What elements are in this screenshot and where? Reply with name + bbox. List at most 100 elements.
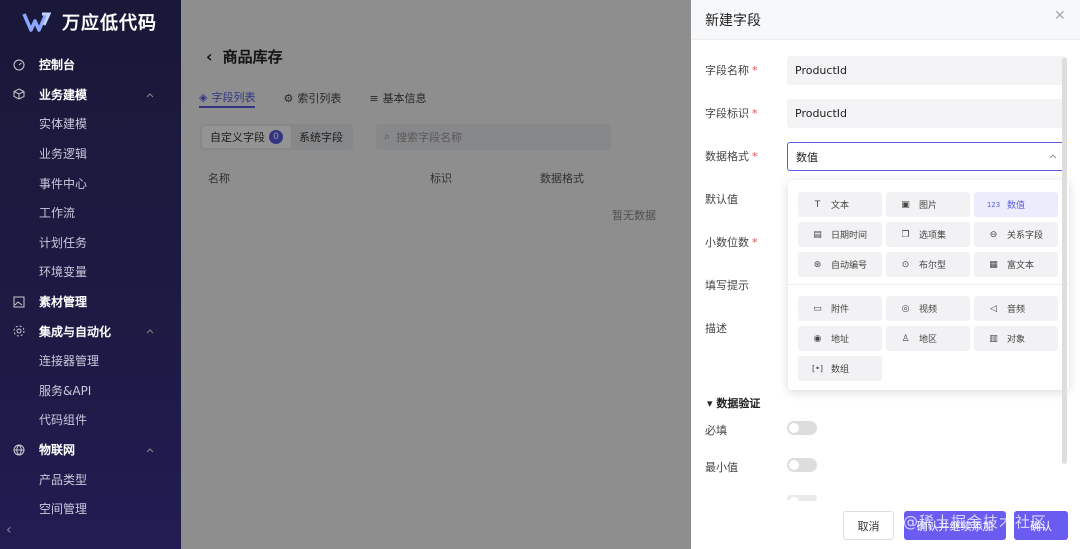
sidebar-item-env-vars[interactable]: 环境变量 xyxy=(0,257,181,287)
sidebar-item-code-components[interactable]: 代码组件 xyxy=(0,405,181,435)
image-icon: ▣ xyxy=(901,199,910,210)
min-value-toggle[interactable] xyxy=(787,458,817,472)
format-option-text[interactable]: T 文本 xyxy=(798,192,882,217)
format-option-attachment[interactable]: ▭ 附件 xyxy=(798,296,882,321)
format-options-advanced: ▭ 附件 ◎ 视频 ◁ 音频 ◉ 地址 ♙ 地区 ▥ 对象 [•] 数组 xyxy=(798,296,1058,381)
format-option-number[interactable]: 123 数值 xyxy=(974,192,1058,217)
format-option-image[interactable]: ▣ 图片 xyxy=(886,192,970,217)
format-option-object[interactable]: ▥ 对象 xyxy=(974,326,1058,351)
description-label: 描述 xyxy=(705,322,727,335)
validation-section-title[interactable]: ▾ 数据验证 xyxy=(707,395,760,411)
new-field-drawer: 新建字段 ✕ 字段名称 * ProductId 字段标识 * ProductId 数… xyxy=(691,0,1080,549)
sidebar-item-business-modeling[interactable]: 业务建模 xyxy=(0,80,181,110)
collapse-sidebar-icon[interactable]: ‹ xyxy=(6,522,20,538)
sidebar-item-label: 连接器管理 xyxy=(39,354,100,369)
option-label: 自动编号 xyxy=(831,261,868,271)
sidebar-item-services-api[interactable]: 服务&API xyxy=(0,376,181,406)
drawer-header: 新建字段 xyxy=(691,0,1080,40)
chevron-up-icon xyxy=(146,92,154,97)
globe-icon xyxy=(12,443,26,457)
sidebar-item-workflow[interactable]: 工作流 xyxy=(0,198,181,228)
option-label: 选项集 xyxy=(919,231,947,241)
min-value-label: 最小值 xyxy=(705,461,738,474)
option-label: 文本 xyxy=(831,201,850,211)
chevron-up-icon xyxy=(146,448,154,453)
sidebar-item-label: 实体建模 xyxy=(39,117,88,132)
option-label: 数值 xyxy=(1007,201,1026,211)
array-icon: [•] xyxy=(812,364,823,373)
field-key-label: 字段标识 * xyxy=(705,105,758,121)
sidebar-item-label: 环境变量 xyxy=(39,265,88,280)
label-text: 小数位数 xyxy=(705,236,749,249)
field-name-label: 字段名称 * xyxy=(705,62,758,78)
select-value: 数值 xyxy=(796,150,818,164)
sidebar-item-dashboard[interactable]: 控制台 xyxy=(0,50,181,80)
sidebar-item-assets[interactable]: 素材管理 xyxy=(0,287,181,317)
image-icon xyxy=(12,295,26,309)
location-icon: ◉ xyxy=(813,333,822,344)
format-option-audio[interactable]: ◁ 音频 xyxy=(974,296,1058,321)
format-option-array[interactable]: [•] 数组 xyxy=(798,356,882,381)
section-title-text: 数据验证 xyxy=(716,397,761,410)
richtext-icon: ▦ xyxy=(989,259,998,270)
sidebar-item-space-management[interactable]: 空间管理 xyxy=(0,494,181,524)
format-option-address[interactable]: ◉ 地址 xyxy=(798,326,882,351)
format-option-relation[interactable]: ⊖ 关系字段 xyxy=(974,222,1058,247)
cancel-button[interactable]: 取消 xyxy=(843,511,894,540)
data-format-dropdown: T 文本 ▣ 图片 123 数值 ▤ 日期时间 ❐ 选项集 ⊖ 关系字段 ⊛ 自动编号 ⊙ 布尔… xyxy=(788,180,1069,390)
data-format-select[interactable]: 数值 xyxy=(787,142,1067,171)
sidebar-item-event-center[interactable]: 事件中心 xyxy=(0,168,181,198)
chevron-up-icon xyxy=(1049,154,1057,159)
format-option-video[interactable]: ◎ 视频 xyxy=(886,296,970,321)
logo-icon xyxy=(22,12,52,32)
sidebar-item-label: 代码组件 xyxy=(39,413,88,428)
required-mark: * xyxy=(752,107,758,120)
sidebar-item-entity-modeling[interactable]: 实体建模 xyxy=(0,109,181,139)
field-key-input[interactable]: ProductId xyxy=(787,99,1067,128)
region-icon: ♙ xyxy=(901,333,910,344)
data-format-label: 数据格式 * xyxy=(705,148,758,164)
close-icon[interactable]: ✕ xyxy=(1054,8,1068,24)
caret-down-icon: ▾ xyxy=(707,397,717,410)
dashboard-icon xyxy=(12,58,26,72)
hint-label: 填写提示 xyxy=(705,279,749,292)
calendar-icon: ▤ xyxy=(813,229,822,240)
chevron-up-icon xyxy=(146,329,154,334)
max-value-toggle[interactable] xyxy=(787,495,817,507)
field-name-input[interactable]: ProductId xyxy=(787,56,1067,85)
sidebar-item-scheduled-tasks[interactable]: 计划任务 xyxy=(0,228,181,258)
required-mark: * xyxy=(752,64,758,77)
scrollbar[interactable] xyxy=(1062,58,1067,464)
format-option-optionset[interactable]: ❐ 选项集 xyxy=(886,222,970,247)
required-mark: * xyxy=(752,150,758,163)
format-option-autonumber[interactable]: ⊛ 自动编号 xyxy=(798,252,882,277)
divider xyxy=(788,284,1069,285)
sidebar-item-integration[interactable]: 集成与自动化 xyxy=(0,316,181,346)
sidebar-item-business-logic[interactable]: 业务逻辑 xyxy=(0,139,181,169)
required-toggle[interactable] xyxy=(787,421,817,435)
sidebar-item-product-types[interactable]: 产品类型 xyxy=(0,464,181,494)
audio-icon: ◁ xyxy=(990,303,997,314)
option-label: 布尔型 xyxy=(919,261,947,271)
label-text: 字段名称 xyxy=(705,64,749,77)
option-label: 对象 xyxy=(1007,335,1026,345)
logo: 万应低代码 xyxy=(22,8,157,36)
format-option-region[interactable]: ♙ 地区 xyxy=(886,326,970,351)
format-option-datetime[interactable]: ▤ 日期时间 xyxy=(798,222,882,247)
sidebar-item-label: 业务建模 xyxy=(39,87,88,102)
cube-icon xyxy=(12,87,26,101)
sidebar-item-label: 业务逻辑 xyxy=(39,147,88,162)
modal-overlay[interactable] xyxy=(181,0,691,549)
option-label: 地区 xyxy=(919,335,938,345)
label-text: 字段标识 xyxy=(705,107,749,120)
sidebar-item-label: 空间管理 xyxy=(39,502,88,517)
format-option-boolean[interactable]: ⊙ 布尔型 xyxy=(886,252,970,277)
toggle-icon: ⊙ xyxy=(901,259,910,270)
sidebar-item-connectors[interactable]: 连接器管理 xyxy=(0,346,181,376)
option-label: 附件 xyxy=(831,305,850,315)
number-icon: 123 xyxy=(986,200,1001,209)
option-label: 富文本 xyxy=(1007,261,1035,271)
object-icon: ▥ xyxy=(989,333,998,344)
format-option-richtext[interactable]: ▦ 富文本 xyxy=(974,252,1058,277)
sidebar-item-iot[interactable]: 物联网 xyxy=(0,435,181,465)
